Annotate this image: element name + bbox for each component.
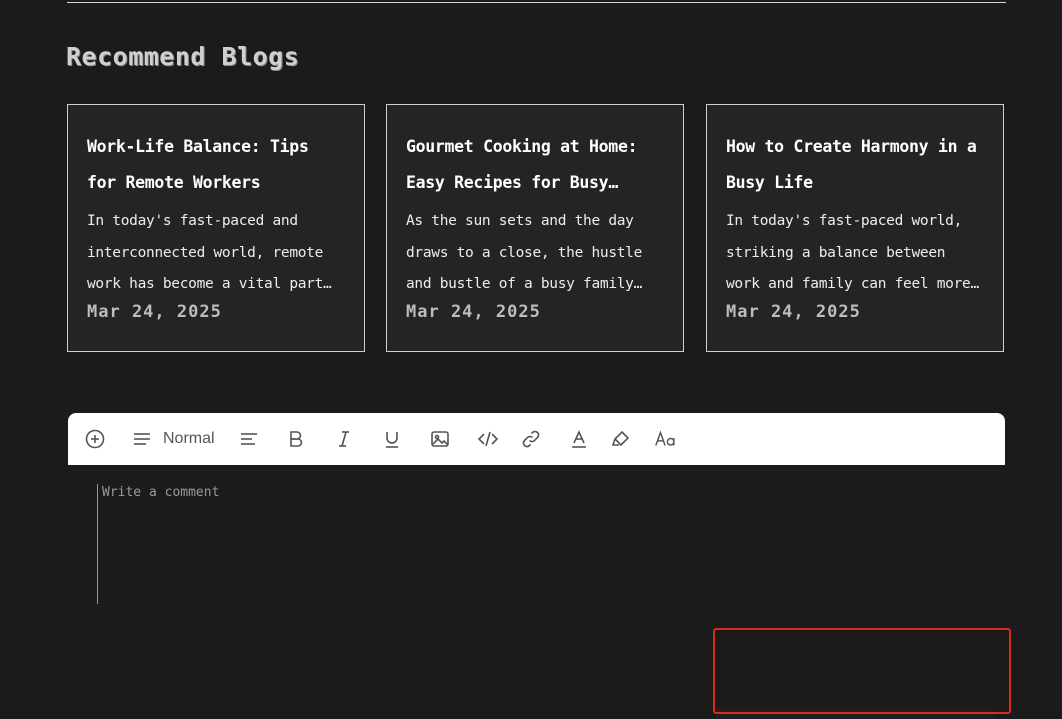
blog-card-date: Mar 24, 2025 <box>87 302 222 322</box>
blog-card-date: Mar 24, 2025 <box>726 302 861 322</box>
blog-card-excerpt: In today's fast-paced world, striking a … <box>726 213 971 292</box>
comment-editor: Normal Write a comment <box>68 413 1005 719</box>
underline-icon[interactable] <box>381 428 403 450</box>
blog-card-list: Work-Life Balance: Tips for Remote Worke… <box>67 104 1006 354</box>
blog-card-title[interactable]: Work-Life Balance: Tips for Remote Worke… <box>87 129 346 201</box>
align-left-icon[interactable] <box>238 428 260 450</box>
top-divider <box>67 2 1006 3</box>
page: Recommend Blogs Work-Life Balance: Tips … <box>0 0 1062 719</box>
font-size-icon[interactable] <box>653 428 679 450</box>
italic-icon[interactable] <box>333 428 355 450</box>
paragraph-icon <box>134 433 150 445</box>
blog-card-excerpt: In today's fast-paced and interconnected… <box>87 213 324 292</box>
section-title: Recommend Blogs <box>66 42 300 71</box>
comment-input[interactable] <box>97 484 982 604</box>
blog-card[interactable]: Gourmet Cooking at Home: Easy Recipes fo… <box>386 104 684 352</box>
blog-card[interactable]: How to Create Harmony in a Busy Life In … <box>706 104 1004 352</box>
image-icon[interactable] <box>429 428 451 450</box>
blog-card-title[interactable]: Gourmet Cooking at Home: Easy Recipes fo… <box>406 129 665 201</box>
blog-card-excerpt: As the sun sets and the day draws to a c… <box>406 213 643 292</box>
blog-card[interactable]: Work-Life Balance: Tips for Remote Worke… <box>67 104 365 352</box>
paragraph-format-label: Normal <box>163 430 215 447</box>
blog-card-date: Mar 24, 2025 <box>406 302 541 322</box>
paragraph-format-select[interactable]: Normal <box>132 429 215 449</box>
comment-submit-button[interactable]: # Comment by Enter! <box>716 707 994 719</box>
add-circle-icon[interactable] <box>84 428 106 450</box>
blog-card-title[interactable]: How to Create Harmony in a Busy Life <box>726 129 985 201</box>
text-color-icon[interactable] <box>568 428 590 450</box>
bold-icon[interactable] <box>285 428 307 450</box>
comment-area: ⌘ # Comment by Enter! <box>68 465 1005 719</box>
code-icon[interactable] <box>477 428 499 450</box>
highlight-icon[interactable] <box>610 428 632 450</box>
link-icon[interactable] <box>520 428 542 450</box>
editor-toolbar: Normal <box>68 413 1005 465</box>
